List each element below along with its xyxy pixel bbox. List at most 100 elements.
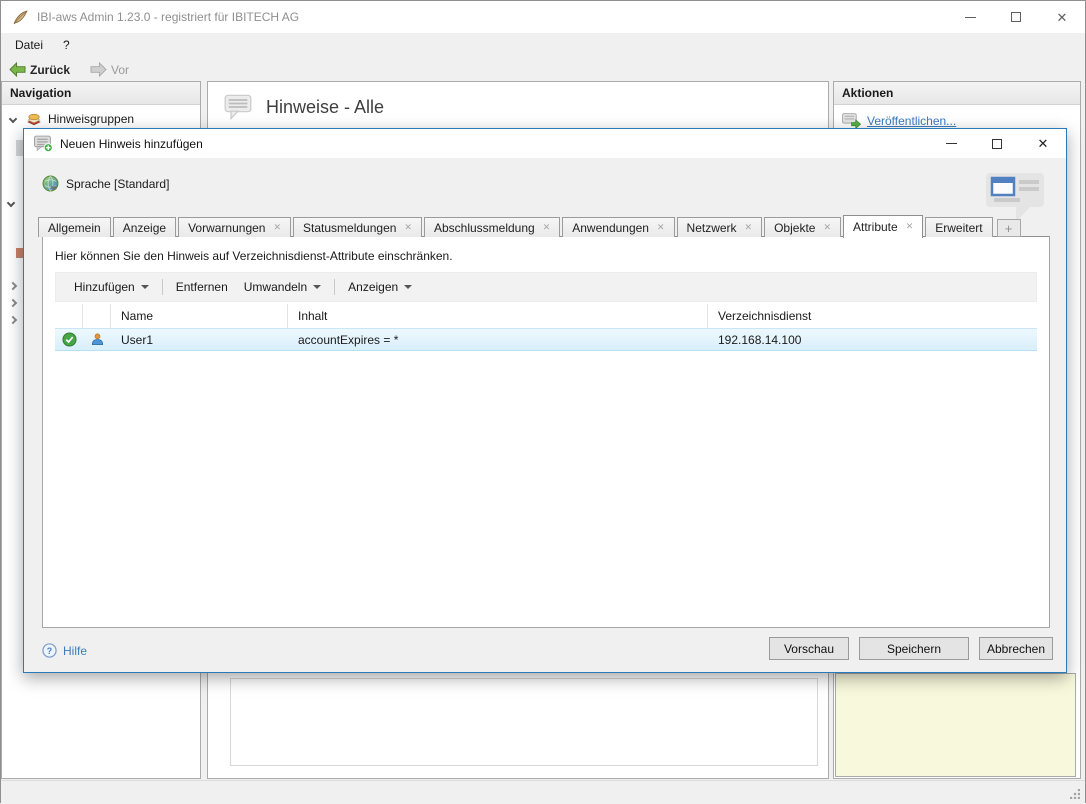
close-tab-icon[interactable]: ✕ bbox=[745, 223, 753, 232]
publish-icon bbox=[842, 113, 861, 128]
help-link[interactable]: ? Hilfe bbox=[42, 643, 87, 658]
back-button[interactable]: Zurück bbox=[30, 63, 70, 77]
help-icon: ? bbox=[42, 643, 57, 658]
maximize-icon bbox=[992, 138, 1002, 149]
dialog-titlebar: Neuen Hinweis hinzufügen ✕ bbox=[24, 129, 1066, 158]
attribute-table: Name Inhalt Verzeichnisdienst User1 acco… bbox=[55, 304, 1037, 351]
app-logo-icon bbox=[13, 9, 28, 24]
chevron-right-icon[interactable] bbox=[8, 315, 18, 325]
type-column-header[interactable] bbox=[83, 304, 111, 328]
chevron-down-icon[interactable] bbox=[8, 114, 18, 124]
back-arrow-icon[interactable] bbox=[9, 62, 26, 77]
tab-statusmeldungen[interactable]: Statusmeldungen ✕ bbox=[293, 217, 422, 237]
tree-item-hinweisgruppen[interactable]: Hinweisgruppen bbox=[2, 109, 200, 129]
dropdown-caret-icon bbox=[404, 285, 413, 289]
tab-label: Attribute bbox=[853, 219, 898, 234]
convert-attribute-button[interactable]: Umwandeln bbox=[236, 276, 329, 298]
attribute-toolbar: Hinzufügen Entfernen Umwandeln Anzeigen bbox=[55, 272, 1037, 302]
convert-attribute-label: Umwandeln bbox=[243, 280, 308, 294]
preview-button[interactable]: Vorschau bbox=[769, 637, 849, 660]
chevron-right-icon[interactable] bbox=[8, 281, 18, 291]
tab-label: Vorwarnungen bbox=[188, 220, 266, 235]
language-selector[interactable]: Sprache [Standard] bbox=[42, 175, 169, 192]
language-label: Sprache [Standard] bbox=[66, 176, 170, 191]
save-button[interactable]: Speichern bbox=[859, 637, 969, 660]
tab-allgemein[interactable]: Allgemein bbox=[38, 217, 111, 237]
row-directory-cell: 192.168.14.100 bbox=[718, 332, 802, 347]
add-hint-dialog: Neuen Hinweis hinzufügen ✕ Sprache [Stan… bbox=[23, 128, 1067, 673]
menu-help[interactable]: ? bbox=[53, 33, 80, 58]
close-tab-icon[interactable]: ✕ bbox=[273, 223, 281, 232]
dialog-minimize-button[interactable] bbox=[928, 129, 974, 158]
maximize-icon bbox=[1011, 12, 1021, 22]
add-attribute-button[interactable]: Hinzufügen bbox=[66, 276, 157, 298]
add-attribute-label: Hinzufügen bbox=[74, 280, 135, 294]
close-tab-icon[interactable]: ✕ bbox=[823, 223, 831, 232]
cancel-button[interactable]: Abbrechen bbox=[979, 637, 1053, 660]
status-column-header[interactable] bbox=[55, 304, 83, 328]
tab-erweitert[interactable]: Erweitert bbox=[925, 217, 993, 237]
tab-label: Statusmeldungen bbox=[303, 220, 397, 235]
table-row[interactable]: User1 accountExpires = * 192.168.14.100 bbox=[55, 328, 1037, 351]
tab-label: Abschlussmeldung bbox=[433, 220, 535, 235]
forward-button[interactable]: Vor bbox=[111, 63, 129, 77]
toolbar-separator bbox=[334, 279, 336, 295]
add-tab-button[interactable]: + bbox=[996, 219, 1021, 237]
chevron-down-icon[interactable] bbox=[6, 198, 16, 208]
table-header-row: Name Inhalt Verzeichnisdienst bbox=[55, 304, 1037, 328]
dialog-close-button[interactable]: ✕ bbox=[1020, 129, 1066, 158]
content-header: Hinweise - Alle bbox=[208, 82, 828, 120]
page-title: Hinweise - Alle bbox=[266, 96, 385, 117]
tab-vorwarnungen[interactable]: Vorwarnungen ✕ bbox=[178, 217, 292, 237]
actions-header: Aktionen bbox=[834, 82, 1080, 105]
dialog-title: Neuen Hinweis hinzufügen bbox=[60, 136, 203, 151]
close-tab-icon[interactable]: ✕ bbox=[906, 222, 914, 231]
tab-attribute[interactable]: Attribute ✕ bbox=[843, 215, 924, 238]
directory-column-header[interactable]: Verzeichnisdienst bbox=[708, 304, 1037, 328]
resize-grip[interactable] bbox=[1070, 789, 1080, 799]
dropdown-caret-icon bbox=[313, 285, 322, 289]
tab-label: Netzwerk bbox=[686, 220, 737, 235]
close-button[interactable]: ✕ bbox=[1039, 1, 1085, 33]
close-tab-icon[interactable]: ✕ bbox=[657, 223, 665, 232]
toolbar-separator bbox=[161, 279, 163, 295]
close-tab-icon[interactable]: ✕ bbox=[543, 223, 551, 232]
tab-abschlussmeldung[interactable]: Abschlussmeldung ✕ bbox=[423, 217, 561, 237]
name-column-header[interactable]: Name bbox=[111, 304, 288, 328]
publish-action-row: Veröffentlichen... bbox=[842, 113, 1080, 128]
add-hint-icon bbox=[34, 135, 53, 152]
close-icon: ✕ bbox=[1056, 9, 1068, 25]
minimize-icon bbox=[945, 143, 957, 144]
navigation-header: Navigation bbox=[2, 82, 200, 105]
statusbar bbox=[1, 780, 1085, 804]
tab-anwendungen[interactable]: Anwendungen ✕ bbox=[562, 217, 675, 237]
show-attribute-label: Anzeigen bbox=[348, 280, 399, 294]
tree-item-label: Hinweisgruppen bbox=[48, 112, 135, 126]
tab-label: Allgemein bbox=[48, 220, 101, 235]
tab-objekte[interactable]: Objekte ✕ bbox=[764, 217, 841, 237]
tab-label: Anzeige bbox=[122, 220, 167, 235]
notes-preview-box bbox=[835, 673, 1076, 777]
tab-label: Anwendungen bbox=[572, 220, 649, 235]
window-controls: ✕ bbox=[947, 1, 1085, 33]
tab-label: Erweitert bbox=[935, 220, 983, 235]
forward-arrow-icon[interactable] bbox=[90, 62, 107, 77]
close-tab-icon[interactable]: ✕ bbox=[404, 223, 412, 232]
publish-link[interactable]: Veröffentlichen... bbox=[867, 114, 956, 128]
chevron-right-icon[interactable] bbox=[8, 298, 18, 308]
remove-attribute-button[interactable]: Entfernen bbox=[168, 276, 236, 298]
show-attribute-button[interactable]: Anzeigen bbox=[340, 276, 420, 298]
minimize-button[interactable] bbox=[947, 1, 993, 33]
tab-anzeige[interactable]: Anzeige bbox=[112, 217, 177, 237]
navigation-toolbar: Zurück Vor bbox=[1, 58, 1085, 81]
menu-datei[interactable]: Datei bbox=[5, 33, 53, 58]
dialog-controls: ✕ bbox=[928, 129, 1066, 158]
dialog-tabstrip: Allgemein Anzeige Vorwarnungen ✕ Statusme… bbox=[38, 214, 1021, 238]
content-column-header[interactable]: Inhalt bbox=[288, 304, 708, 328]
dialog-footer: ? Hilfe Vorschau Speichern Abbrechen bbox=[24, 626, 1066, 672]
dialog-maximize-button[interactable] bbox=[974, 129, 1020, 158]
tab-netzwerk[interactable]: Netzwerk ✕ bbox=[676, 217, 763, 237]
row-name-cell: User1 bbox=[121, 332, 154, 347]
remove-attribute-label: Entfernen bbox=[175, 280, 228, 294]
maximize-button[interactable] bbox=[993, 1, 1039, 33]
